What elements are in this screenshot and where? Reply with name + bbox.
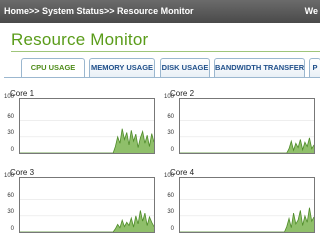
core-3-svg <box>20 199 154 232</box>
core-1-plot <box>19 98 155 154</box>
tab-divider <box>4 77 320 78</box>
core-4-svg <box>180 199 314 232</box>
series-area <box>180 137 314 153</box>
core-4-plot <box>179 177 315 233</box>
core-2-plot <box>179 98 315 154</box>
core-3-plot <box>19 177 155 233</box>
top-bar: Home>> System Status>> Resource Monitor … <box>0 0 320 23</box>
page-title: Resource Monitor <box>11 30 149 49</box>
core-4-ytick-30: 30 <box>167 209 174 215</box>
core-4-ytick-100: 100 <box>163 173 174 179</box>
series-area <box>20 210 154 232</box>
tab-disk-usage[interactable]: DISK USAGE <box>160 58 210 77</box>
core-4-ytick-0: 0 <box>170 226 174 232</box>
tab-memory-usage[interactable]: MEMORY USAGE <box>89 58 155 77</box>
title-divider <box>11 51 320 52</box>
tab-bandwidth-transfer[interactable]: BANDWIDTH TRANSFER <box>214 58 305 77</box>
core-4-ytick-60: 60 <box>167 193 174 199</box>
core-3-ytick-30: 30 <box>7 209 14 215</box>
core-1-ytick-30: 30 <box>7 130 14 136</box>
core-3-ytick-0: 0 <box>10 226 14 232</box>
core-1-ytick-100: 100 <box>3 94 14 100</box>
core-1-svg <box>20 120 154 153</box>
core-2-ytick-100: 100 <box>163 94 174 100</box>
core-3-ytick-100: 100 <box>3 173 14 179</box>
core-1-ytick-0: 0 <box>10 147 14 153</box>
topbar-right-text: We <box>304 6 318 16</box>
tab-more[interactable]: P <box>309 58 320 77</box>
tab-cpu-usage[interactable]: CPU USAGE <box>21 58 85 78</box>
core-2-ytick-60: 60 <box>167 114 174 120</box>
breadcrumb[interactable]: Home>> System Status>> Resource Monitor <box>4 6 194 16</box>
core-2-ytick-30: 30 <box>167 130 174 136</box>
core-1-ytick-60: 60 <box>7 114 14 120</box>
core-2-ytick-0: 0 <box>170 147 174 153</box>
series-area <box>180 207 314 232</box>
core-2-svg <box>180 120 314 153</box>
core-3-ytick-60: 60 <box>7 193 14 199</box>
